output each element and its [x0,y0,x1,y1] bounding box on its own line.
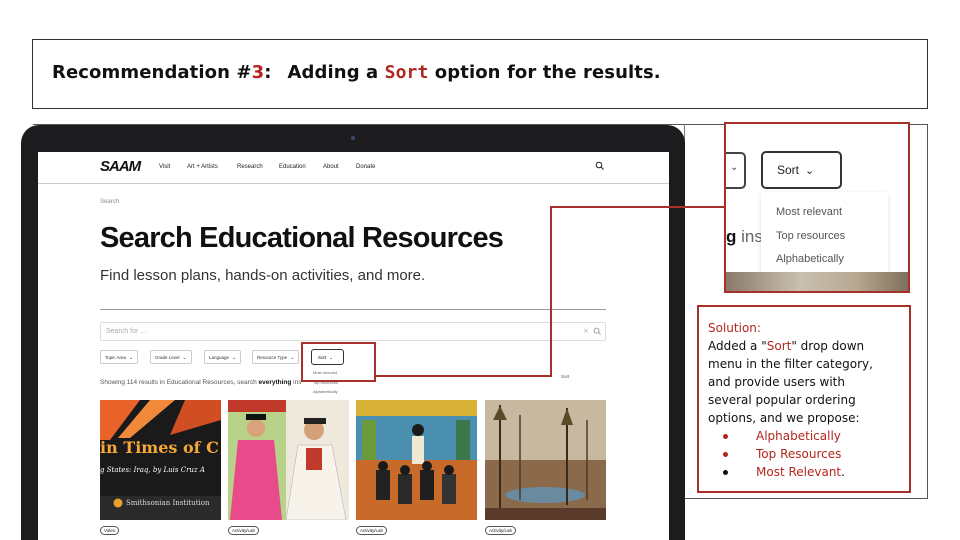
sort-side-label: Sort [561,374,570,379]
card-thumbnail [485,400,606,520]
solution-line: Added a "Sort" drop down [708,339,865,353]
sort-menu: Most relevant Top resources Alphabetical… [761,192,888,277]
clear-icon[interactable]: × [583,327,589,335]
solution-line: and provide users with [708,375,845,389]
card-thumbnail [228,400,349,520]
filter-language[interactable]: Language ⌄ [204,350,242,364]
filter-resource-type[interactable]: Resource Type ⌄ [252,350,300,364]
nav-visit[interactable]: Visit [159,164,170,170]
result-card[interactable] [356,400,477,520]
results-count: Showing 114 results in Educational Resou… [100,379,302,386]
resource-tag-activity[interactable]: Activity/Lab [485,526,517,535]
filter-label: Language [209,355,230,360]
solution-line: menu in the filter category, [708,357,873,371]
solution-line: options, and we propose: [708,411,860,425]
bullet-item: Most Relevant. [708,463,873,481]
solution-line: several popular ordering [708,393,856,407]
camera-dot [351,136,355,140]
chevron-down-icon: ⌄ [182,355,187,361]
chevron-down-icon: ⌄ [805,165,815,177]
resource-tag-activity[interactable]: Activity/Lab [228,526,260,535]
filter-label: Resource Type [257,355,288,360]
nav-about[interactable]: About [323,164,339,170]
bullet-item: Top Resources [708,445,873,463]
resource-tag-video[interactable]: Video [100,526,120,535]
sort-option-alphabetically[interactable]: Alphabetically [313,387,338,397]
sort-zoom-panel: ⌄ Sort ⌄ g ins Most relevant Top resource… [724,122,910,293]
page-subtitle: Find lesson plans, hands-on activities, … [100,267,426,284]
connector-line [550,206,552,377]
solution-text: Solution: Added a "Sort" drop down menu … [708,319,873,481]
sort-option-top-resources[interactable]: Top resources [776,230,845,242]
connector-line [376,375,552,377]
title-prefix: Recommendation # [52,62,252,83]
result-card[interactable]: in Times of C g States: Iraq, by Luis Cr… [100,400,221,520]
slide-title: Recommendation #3: Adding a Sort option f… [52,62,661,83]
search-icon[interactable] [593,327,602,336]
resource-tag-activity[interactable]: Activity/Lab [356,526,388,535]
page-title: Search Educational Resources [100,222,504,254]
results-partial-text: g ins [726,227,763,246]
result-card[interactable] [228,400,349,520]
filter-label: Grade Level [155,355,180,360]
nav-art-artists[interactable]: Art + Artists [187,164,218,170]
title-number: 3 [251,62,265,83]
card-overlay-title: in Times of C [100,438,219,457]
filter-grade-level[interactable]: Grade Level ⌄ [150,350,192,364]
filter-label: Topic Area [105,355,127,360]
card-overlay-subtitle: g States: Iraq, by Luis Cruz A [100,466,205,474]
bullet-dot [723,452,728,457]
chevron-down-icon: ⌄ [129,355,134,361]
search-placeholder: Search for ... [106,328,147,335]
solution-heading: Solution: [708,321,761,335]
chevron-down-icon: ⌄ [730,162,739,173]
breadcrumb[interactable]: Search [100,199,119,205]
result-card[interactable] [485,400,606,520]
nav-education[interactable]: Education [279,164,306,170]
search-icon[interactable] [595,161,605,171]
divider [100,309,606,310]
card-overlay-org: Smithsonian Institution [126,499,210,507]
sort-dropdown[interactable]: Sort ⌄ [761,151,842,189]
nav-donate[interactable]: Donate [356,164,375,170]
sort-option-most-relevant[interactable]: Most relevant [776,206,842,218]
title-box: Recommendation #3: Adding a Sort option f… [32,39,928,109]
sort-option-alphabetically[interactable]: Alphabetically [776,253,844,265]
nav-research[interactable]: Research [237,164,263,170]
search-input[interactable]: Search for ... × [100,322,606,341]
chevron-down-icon: ⌄ [290,355,295,361]
solution-box: Solution: Added a "Sort" drop down menu … [697,305,911,493]
solution-bullets: Alphabetically Top Resources Most Releva… [708,427,873,481]
sort-label: Sort [777,163,800,177]
sort-highlight-box [301,342,376,382]
bullet-dot [723,470,728,475]
saam-logo[interactable]: SAAM [100,158,141,175]
title-sort-word: Sort [384,62,429,83]
frame-line [684,498,928,499]
title-colon: : [264,62,272,83]
bullet-item: Alphabetically [708,427,873,445]
connector-line [550,206,725,208]
laptop-mockup: SAAM Visit Art + Artists Research Educat… [21,125,685,540]
title-pre-sort: Adding a [287,62,385,83]
bullet-dot [723,434,728,439]
filter-topic-area[interactable]: Topic Area ⌄ [100,350,139,364]
title-post-sort: option for the results. [428,62,661,83]
site-nav: SAAM Visit Art + Artists Research Educat… [38,152,669,184]
card-thumbnail [356,400,477,520]
chevron-down-icon: ⌄ [232,355,237,361]
frame-line [927,124,928,499]
thumbnail-strip [726,272,908,291]
